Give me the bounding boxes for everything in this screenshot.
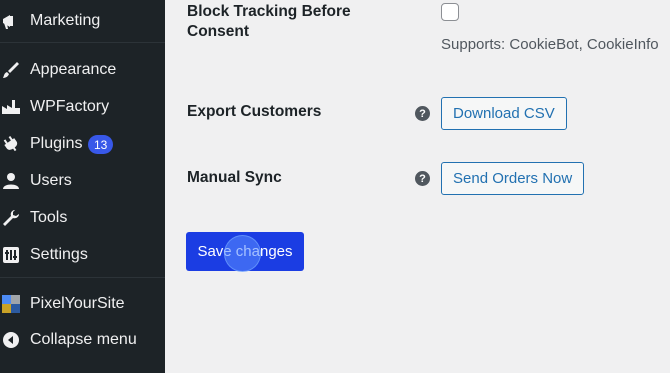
block-tracking-label-line2: Consent (187, 23, 249, 40)
collapse-arrow-icon (1, 330, 21, 350)
sidebar-item-label: Marketing (30, 12, 101, 29)
plugin-icon (1, 134, 21, 154)
sidebar-item-label: PixelYourSite (30, 295, 125, 312)
pixelyoursite-logo-icon (1, 294, 21, 314)
export-customers-label: Export Customers (187, 103, 322, 120)
save-changes-button[interactable]: Save changes (186, 232, 304, 271)
sidebar-separator (0, 277, 165, 278)
settings-icon (1, 245, 21, 265)
sidebar-item-label: Collapse menu (30, 331, 137, 348)
sidebar-item-plugins[interactable]: Plugins 13 (0, 127, 165, 161)
sidebar-item-label: Users (30, 172, 72, 189)
sidebar-item-marketing[interactable]: Marketing (0, 4, 165, 38)
user-icon (1, 171, 21, 191)
sidebar-item-appearance[interactable]: Appearance (0, 53, 165, 87)
settings-main-content: Block Tracking Before Consent Supports: … (165, 0, 670, 373)
admin-sidebar: Marketing Appearance WPFactory Plugins 1… (0, 0, 165, 373)
sidebar-item-label: Settings (30, 246, 88, 263)
manual-sync-help-icon[interactable]: ? (415, 171, 430, 186)
send-orders-now-button[interactable]: Send Orders Now (441, 162, 585, 195)
block-tracking-label: Block Tracking Before Consent (187, 2, 351, 42)
factory-icon (1, 97, 21, 117)
sidebar-item-settings[interactable]: Settings (0, 238, 165, 272)
sidebar-separator (0, 42, 165, 43)
sidebar-item-label: Tools (30, 209, 68, 226)
block-tracking-label-line1: Block Tracking Before (187, 3, 351, 20)
sidebar-item-label: Appearance (30, 61, 117, 78)
sidebar-item-label: Plugins (30, 135, 83, 152)
sidebar-item-tools[interactable]: Tools (0, 201, 165, 235)
megaphone-icon (1, 11, 21, 31)
collapse-menu-button[interactable]: Collapse menu (0, 323, 165, 357)
paintbrush-icon (1, 60, 21, 80)
block-tracking-checkbox[interactable] (441, 3, 459, 21)
wrench-icon (1, 208, 21, 228)
supports-description: Supports: CookieBot, CookieInfo (441, 36, 659, 53)
manual-sync-label: Manual Sync (187, 169, 282, 186)
sidebar-item-wpfactory[interactable]: WPFactory (0, 90, 165, 124)
export-customers-help-icon[interactable]: ? (415, 106, 430, 121)
sidebar-item-label: WPFactory (30, 98, 110, 115)
sidebar-item-pixelyoursite[interactable]: PixelYourSite (0, 287, 165, 321)
download-csv-button[interactable]: Download CSV (441, 97, 567, 130)
plugins-update-count-badge: 13 (88, 135, 114, 154)
sidebar-item-users[interactable]: Users (0, 164, 165, 198)
